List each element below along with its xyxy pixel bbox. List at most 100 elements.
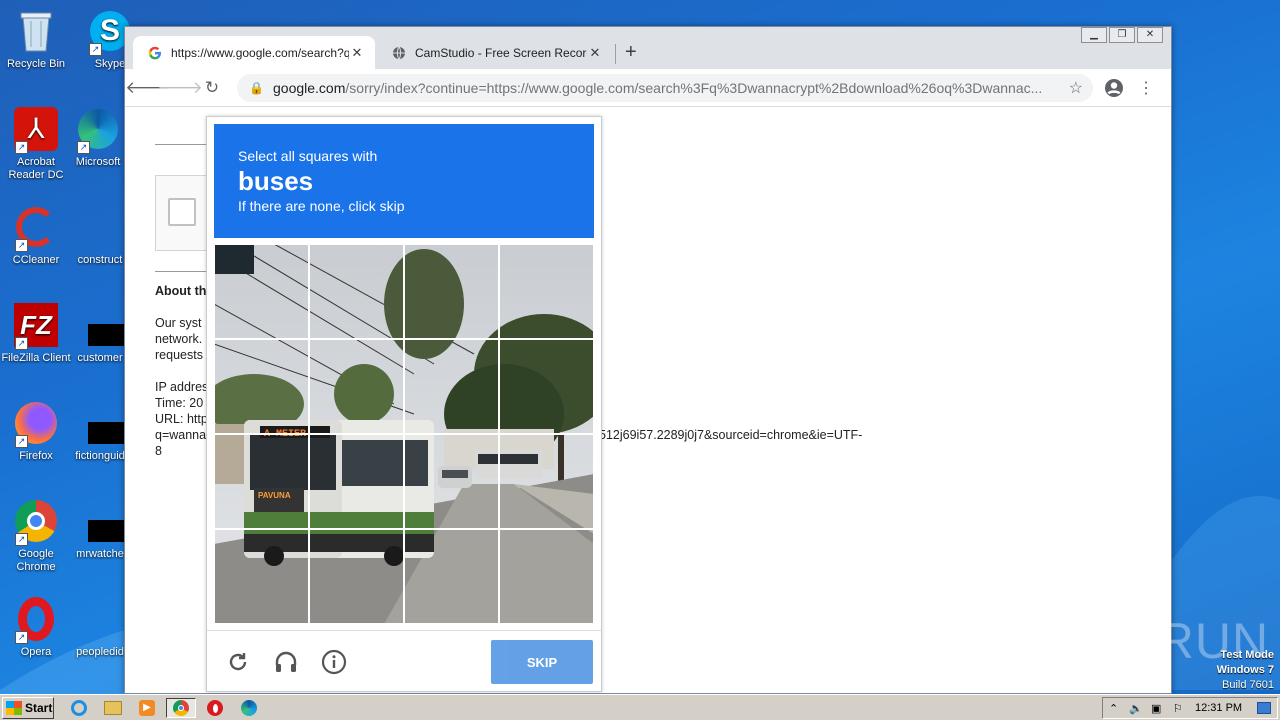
network-icon[interactable]: ▣ bbox=[1151, 702, 1161, 715]
grid-tile[interactable] bbox=[404, 434, 499, 529]
audio-challenge-icon[interactable] bbox=[273, 649, 299, 675]
para-line: 8 bbox=[155, 444, 162, 458]
grid-tile[interactable] bbox=[499, 244, 594, 339]
address-host: google.com bbox=[273, 80, 346, 96]
desktop-icon-ccleaner[interactable]: ↗ CCleaner bbox=[0, 204, 72, 267]
new-tab-button[interactable]: + bbox=[625, 41, 637, 64]
taskbar: Start ▶ ⌃ 🔈 ▣ ⚐ 12:31 PM bbox=[0, 694, 1280, 720]
grid-tile[interactable] bbox=[499, 529, 594, 624]
minimize-button[interactable]: ▁ bbox=[1081, 27, 1107, 43]
recaptcha-checkbox[interactable] bbox=[168, 198, 196, 226]
divider bbox=[155, 271, 211, 272]
test-mode-line: Windows 7 bbox=[1216, 664, 1274, 676]
challenge-hint: If there are none, click skip bbox=[238, 198, 405, 214]
desktop-icon-filezilla[interactable]: FZ ↗ FileZilla Client bbox=[0, 302, 72, 365]
desktop-icon-firefox[interactable]: ↗ Firefox bbox=[0, 400, 72, 463]
desktop-icon-recycle-bin[interactable]: Recycle Bin bbox=[0, 8, 72, 71]
edge-icon: ↗ bbox=[75, 106, 121, 154]
grid-tile[interactable] bbox=[309, 529, 404, 624]
shortcut-arrow-icon: ↗ bbox=[15, 631, 28, 644]
show-desktop-icon[interactable] bbox=[1257, 702, 1271, 714]
skip-button[interactable]: SKIP bbox=[491, 640, 593, 684]
tab-title: CamStudio - Free Screen Recording bbox=[415, 45, 587, 60]
shortcut-arrow-icon: ↗ bbox=[15, 533, 28, 546]
shortcut-arrow-icon: ↗ bbox=[15, 141, 28, 154]
para-line: IP addres bbox=[155, 380, 209, 394]
show-hidden-icons-icon[interactable]: ⌃ bbox=[1109, 702, 1118, 715]
tab-title: https://www.google.com/search?q= bbox=[171, 45, 349, 60]
address-path: /sorry/index?continue=https://www.google… bbox=[345, 80, 1043, 96]
menu-kebab-icon[interactable]: ⋮ bbox=[1135, 77, 1157, 99]
grid-tile[interactable] bbox=[309, 339, 404, 434]
tab-strip: https://www.google.com/search?q= ✕ CamSt… bbox=[125, 27, 1171, 69]
redacted-icon bbox=[88, 520, 124, 542]
profile-icon[interactable] bbox=[1103, 77, 1125, 99]
grid-tile[interactable] bbox=[214, 244, 309, 339]
test-mode-line: Build 7601 bbox=[1222, 679, 1274, 691]
desktop-icon-chrome[interactable]: ↗ Google Chrome bbox=[0, 498, 72, 574]
tab-separator bbox=[615, 44, 616, 64]
ie-taskbar-icon[interactable] bbox=[68, 698, 90, 718]
edge-taskbar-icon[interactable] bbox=[238, 698, 260, 718]
reload-challenge-icon[interactable] bbox=[225, 649, 251, 675]
desktop-icon-label: Acrobat Reader DC bbox=[8, 156, 64, 181]
reload-button[interactable]: ↻ bbox=[201, 77, 223, 99]
grid-tile[interactable] bbox=[499, 434, 594, 529]
close-tab-icon[interactable]: ✕ bbox=[349, 45, 365, 61]
media-player-taskbar-icon[interactable]: ▶ bbox=[136, 698, 158, 718]
para-line: Time: 20 bbox=[155, 396, 204, 410]
shortcut-arrow-icon: ↗ bbox=[15, 239, 28, 252]
challenge-target: buses bbox=[238, 166, 314, 196]
para-line: URL: http bbox=[155, 412, 208, 426]
desktop-icon-label: Firefox bbox=[19, 450, 53, 462]
globe-icon bbox=[391, 45, 407, 61]
desktop-icon-label: Opera bbox=[20, 646, 52, 658]
opera-taskbar-icon[interactable] bbox=[204, 698, 226, 718]
start-button[interactable]: Start bbox=[2, 697, 54, 719]
grid-tile[interactable] bbox=[309, 244, 404, 339]
shortcut-arrow-icon: ↗ bbox=[15, 337, 28, 350]
back-button[interactable]: 🡐 bbox=[125, 77, 171, 99]
chrome-taskbar-icon[interactable] bbox=[166, 698, 196, 718]
grid-tile[interactable] bbox=[404, 244, 499, 339]
desktop-icon-label: Google Chrome bbox=[16, 548, 56, 573]
forward-button[interactable]: 🡒 bbox=[157, 77, 203, 99]
close-window-button[interactable]: ✕ bbox=[1137, 27, 1163, 43]
restore-button[interactable]: ❐ bbox=[1109, 27, 1135, 43]
grid-tile[interactable] bbox=[214, 529, 309, 624]
shortcut-arrow-icon: ↗ bbox=[89, 43, 102, 56]
start-label: Start bbox=[25, 701, 53, 715]
desktop-icon-label: fictionguid bbox=[75, 450, 125, 462]
document-icon bbox=[77, 204, 123, 250]
desktop-icon-label: peopledid bbox=[76, 646, 124, 658]
action-center-flag-icon[interactable]: ⚐ bbox=[1173, 702, 1183, 715]
browser-toolbar: 🡐 🡒 ↻ 🔒 google.com/sorry/index?continue=… bbox=[125, 69, 1171, 107]
close-tab-icon[interactable]: ✕ bbox=[587, 45, 603, 61]
tab-google-search[interactable]: https://www.google.com/search?q= ✕ bbox=[133, 36, 375, 69]
bookmark-star-icon[interactable]: ☆ bbox=[1069, 78, 1083, 98]
volume-icon[interactable]: 🔈 bbox=[1129, 702, 1143, 715]
para-line: q=wanna bbox=[155, 428, 207, 442]
desktop-icon-label: Skype bbox=[94, 58, 126, 70]
recycle-bin-icon bbox=[13, 8, 59, 54]
explorer-taskbar-icon[interactable] bbox=[102, 698, 124, 718]
grid-tile[interactable] bbox=[404, 529, 499, 624]
desktop-icon-opera[interactable]: ↗ Opera bbox=[0, 596, 72, 659]
info-icon[interactable] bbox=[321, 649, 347, 675]
redacted-icon bbox=[88, 324, 124, 346]
tab-camstudio[interactable]: CamStudio - Free Screen Recording ✕ bbox=[377, 36, 613, 69]
desktop-icon-label: Microsoft bbox=[75, 156, 121, 168]
chrome-icon: ↗ bbox=[13, 498, 59, 546]
clock[interactable]: 12:31 PM bbox=[1195, 702, 1242, 714]
system-tray: ⌃ 🔈 ▣ ⚐ 12:31 PM bbox=[1102, 697, 1278, 719]
grid-tile[interactable] bbox=[404, 339, 499, 434]
desktop-icon-label: mrwatche bbox=[76, 548, 124, 560]
redacted-icon bbox=[88, 422, 124, 444]
address-bar[interactable]: 🔒 google.com/sorry/index?continue=https:… bbox=[237, 74, 1093, 102]
recaptcha-anchor bbox=[155, 175, 211, 251]
grid-tile[interactable] bbox=[214, 434, 309, 529]
grid-tile[interactable] bbox=[499, 339, 594, 434]
windows-logo-icon bbox=[6, 701, 22, 715]
grid-tile[interactable] bbox=[214, 339, 309, 434]
grid-tile[interactable] bbox=[309, 434, 404, 529]
